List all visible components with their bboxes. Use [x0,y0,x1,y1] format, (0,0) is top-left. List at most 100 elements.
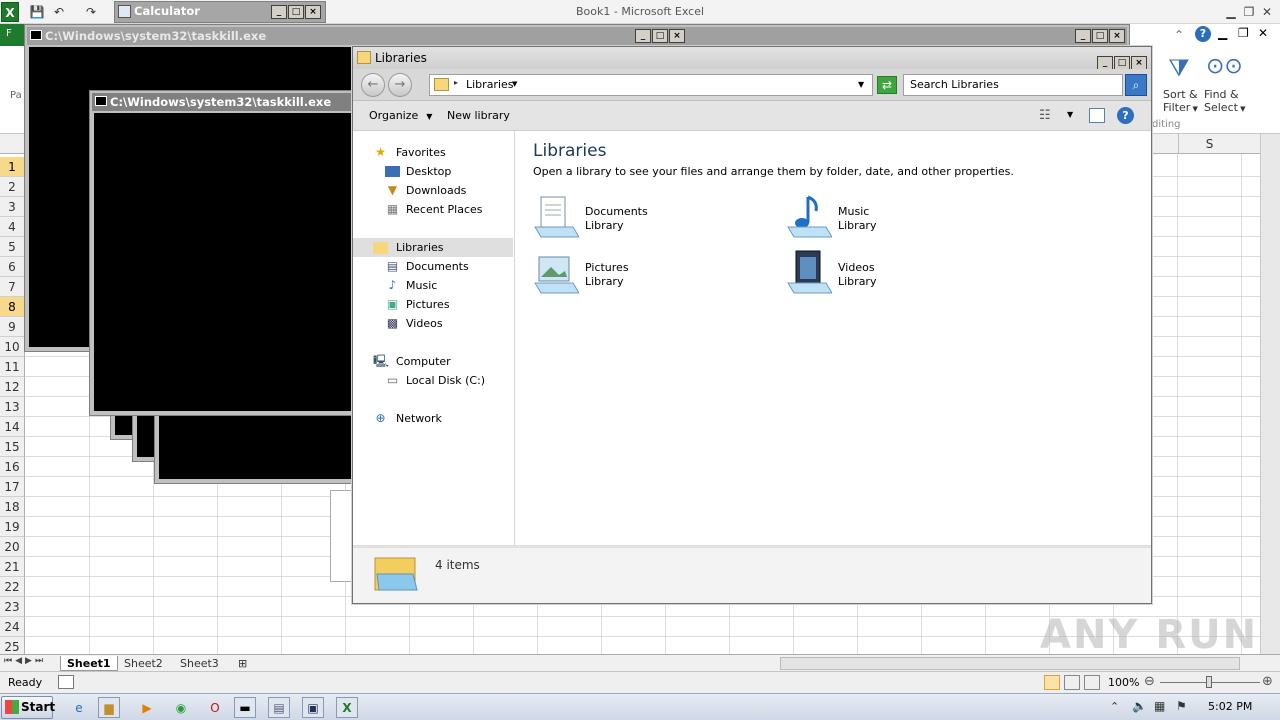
calculator-taskbar-icon[interactable]: ▤ [268,697,290,718]
ie-icon[interactable]: e [68,697,90,718]
back-button[interactable]: ← [361,73,385,97]
explorer-close-button[interactable]: × [1131,56,1147,70]
nav-downloads[interactable]: ▼ Downloads [353,181,513,200]
cmd-back-close-button-2[interactable]: × [1109,29,1125,43]
ribbon-minimize-icon[interactable]: ▁ [1218,26,1227,40]
row-header[interactable]: 18 [0,497,25,517]
zoom-in-icon[interactable]: ⊕ [1262,674,1273,689]
excel-restore-button[interactable]: ❐ [1240,4,1258,20]
row-header[interactable]: 6 [0,257,25,277]
ribbon-restore-icon[interactable]: ❐ [1238,26,1249,40]
cmd-back-minimize-button[interactable]: _ [635,29,651,43]
sheet-tab-3[interactable]: Sheet3 [174,656,225,671]
row-header[interactable]: 21 [0,557,25,577]
show-hidden-icons[interactable]: ⌃ [1110,700,1119,713]
normal-view-icon[interactable] [1044,675,1060,690]
nav-pictures[interactable]: ▣ Pictures [353,295,513,314]
sheet-nav-arrows[interactable]: ⏮◀▶⏭ [4,656,46,666]
row-header[interactable]: 20 [0,537,25,557]
nav-libraries[interactable]: Libraries [353,238,513,257]
cmd-back-close-button[interactable]: × [669,29,685,43]
row-header[interactable]: 16 [0,457,25,477]
column-header-s[interactable]: S [1178,134,1240,154]
calc-maximize-button[interactable]: □ [288,5,304,19]
address-bar[interactable]: ▸ Libraries ▼ ▼ [429,74,873,96]
row-header[interactable]: 2 [0,177,25,197]
address-dropdown-icon[interactable]: ▼ [858,80,864,89]
nav-favorites[interactable]: ★ Favorites [353,143,513,162]
chrome-icon[interactable]: ◉ [170,697,192,718]
cmd-window-front[interactable]: C:\Windows\system32\taskkill.exe [89,90,357,416]
calc-minimize-button[interactable]: _ [271,5,287,19]
explorer-taskbar-icon[interactable]: ▆ [98,697,120,718]
zoom-level[interactable]: 100% [1108,676,1139,689]
new-library-button[interactable]: New library [447,109,510,122]
row-header[interactable]: 23 [0,597,25,617]
cmd-back-minimize-button-2[interactable]: _ [1075,29,1091,43]
page-layout-icon[interactable] [1064,675,1080,690]
library-videos[interactable]: Videos Library [786,249,1016,299]
search-icon[interactable]: ⌕ [1125,74,1147,96]
calc-close-button[interactable]: × [305,5,321,19]
vertical-scrollbar[interactable] [1260,134,1280,654]
sheet-tab-2[interactable]: Sheet2 [118,656,169,671]
nav-documents[interactable]: ▤ Documents [353,257,513,276]
explorer-maximize-button[interactable]: □ [1114,56,1130,70]
zoom-slider-thumb[interactable] [1206,676,1212,688]
row-header[interactable]: 9 [0,317,25,337]
row-header[interactable]: 14 [0,417,25,437]
view-options-icon[interactable]: ☷ [1039,108,1051,123]
search-input[interactable]: Search Libraries [903,74,1123,96]
explorer-window[interactable]: Libraries _ □ × ← → ▸ Libraries ▼ ▼ ⇄ Sear… [352,46,1152,604]
ribbon-close-icon[interactable]: ✕ [1258,26,1268,40]
opera-icon[interactable]: O [204,697,226,718]
row-header[interactable]: 7 [0,277,25,297]
library-music[interactable]: Music Library [786,193,1016,243]
view-dropdown-icon[interactable]: ▼ [1067,110,1073,119]
insert-sheet-icon[interactable]: ⊞ [232,656,253,671]
row-header[interactable]: 10 [0,337,25,357]
row-header[interactable]: 17 [0,477,25,497]
ribbon-up-icon[interactable]: ⌃ [1174,28,1184,42]
breadcrumb-dropdown-icon[interactable]: ▼ [512,80,517,88]
clock[interactable]: 5:02 PM [1208,700,1252,713]
row-header[interactable]: 3 [0,197,25,217]
row-header[interactable]: 4 [0,217,25,237]
row-header[interactable]: 24 [0,617,25,637]
row-header[interactable]: 15 [0,437,25,457]
nav-recent-places[interactable]: ▦ Recent Places [353,200,513,219]
page-break-icon[interactable] [1084,675,1100,690]
volume-icon[interactable]: 🔈 [1132,699,1147,713]
floppy-taskbar-icon[interactable]: ▣ [302,697,324,718]
excel-close-button[interactable]: ✕ [1258,4,1276,20]
nav-local-disk[interactable]: ▭ Local Disk (C:) [353,371,513,390]
explorer-title-bar[interactable]: Libraries _ □ × [353,47,1151,70]
explorer-minimize-button[interactable]: _ [1097,56,1113,70]
zoom-out-icon[interactable]: ⊖ [1144,674,1155,689]
row-header[interactable]: 1 [0,157,25,177]
network-tray-icon[interactable]: ▦ [1154,699,1165,713]
row-header[interactable]: 22 [0,577,25,597]
sort-filter-button[interactable]: Sort & Filter ▼ [1163,88,1198,116]
library-documents[interactable]: Documents Library [533,193,763,243]
row-header[interactable]: 8 [0,297,25,317]
row-header[interactable]: 19 [0,517,25,537]
nav-network[interactable]: ⊕ Network [353,409,513,428]
nav-desktop[interactable]: Desktop [353,162,513,181]
row-header[interactable]: 5 [0,237,25,257]
library-pictures[interactable]: Pictures Library [533,249,763,299]
nav-computer[interactable]: 🖳 Computer [353,352,513,371]
preview-pane-icon[interactable] [1089,108,1105,123]
paste-label[interactable]: Pa [10,90,22,101]
binoculars-icon[interactable]: ⊙⊙ [1206,54,1243,84]
find-select-button[interactable]: Find & Select ▼ [1204,88,1246,116]
organize-button[interactable]: Organize ▼ [369,109,432,122]
cmd-back-maximize-button[interactable]: □ [652,29,668,43]
file-tab[interactable]: F [0,24,24,46]
row-header[interactable]: 13 [0,397,25,417]
help-icon[interactable]: ? [1195,26,1211,42]
media-player-icon[interactable]: ▶ [136,697,158,718]
row-header[interactable]: 12 [0,377,25,397]
cmd-front-console[interactable] [94,113,352,411]
breadcrumb-separator-icon[interactable]: ▸ [454,78,458,87]
